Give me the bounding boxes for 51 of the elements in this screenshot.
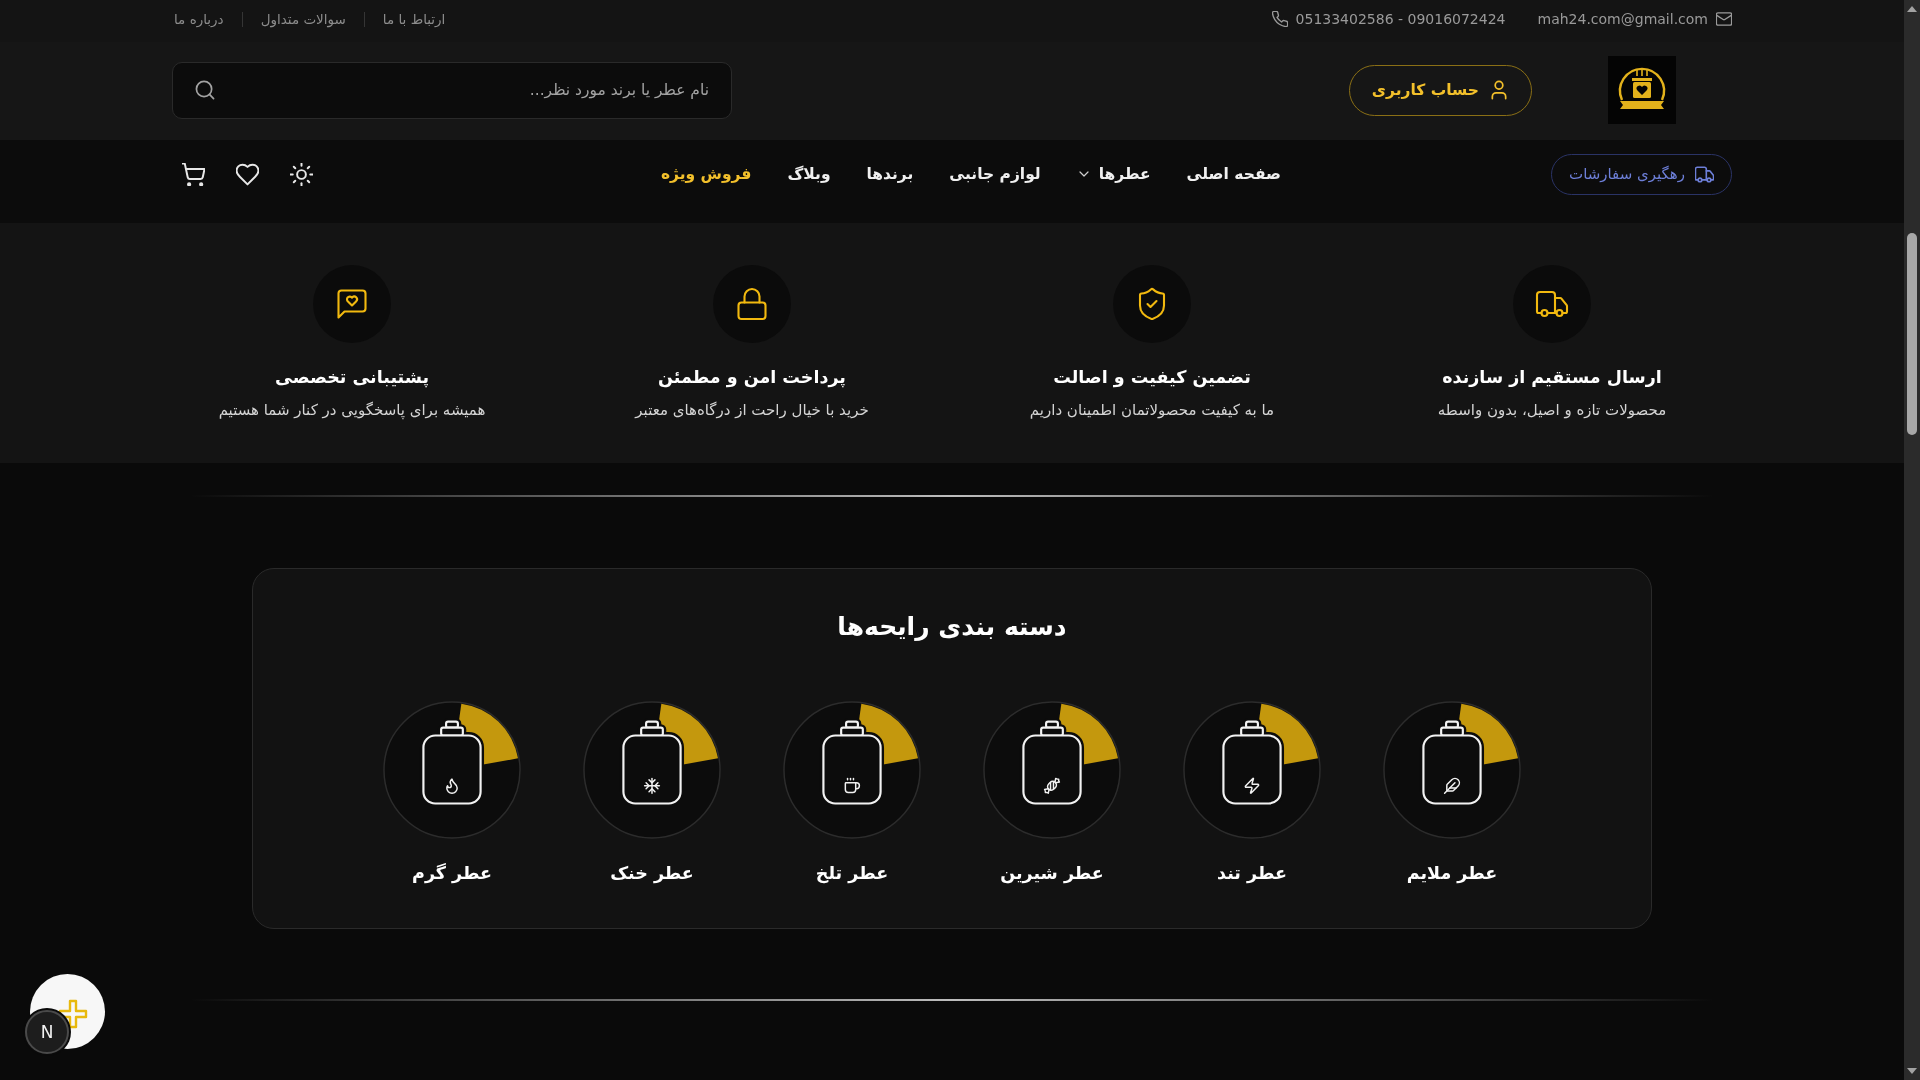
nav-link[interactable]: برندها: [866, 165, 914, 183]
top-bar-link[interactable]: ارتباط با ما: [382, 11, 446, 27]
scroll-up-icon[interactable]: [1907, 6, 1917, 12]
category-link[interactable]: عطر تند: [1217, 861, 1287, 885]
scrollbar-thumb[interactable]: [1907, 233, 1917, 435]
bottle-cup-icon[interactable]: [783, 701, 921, 839]
heart-icon[interactable]: [236, 162, 259, 186]
nav-link[interactable]: وبلاگ: [787, 165, 831, 183]
plus-outline-icon: [57, 998, 88, 1029]
feature-description: خرید با خیال راحت از درگاه‌های معتبر: [635, 400, 869, 421]
nav-link[interactable]: صفحه اصلی: [1186, 165, 1281, 183]
nav-link[interactable]: لوازم جانبی: [949, 165, 1041, 183]
email-address: mah24.com@gmail.com: [1537, 11, 1708, 27]
store-logo[interactable]: [1608, 56, 1676, 124]
category-link[interactable]: عطر خنک: [610, 861, 694, 885]
section-title: دسته بندی رایحه‌ها: [837, 611, 1067, 643]
bottle-flame-icon[interactable]: [383, 701, 521, 839]
dev-tools-button[interactable]: N: [25, 1010, 69, 1054]
user-icon: [1489, 80, 1509, 100]
top-bar-link[interactable]: درباره ما: [174, 11, 224, 27]
feature-description: محصولات تازه و اصیل، بدون واسطه: [1437, 400, 1667, 421]
phone-numbers: 05133402586 - 09016072424: [1295, 11, 1506, 27]
feature-title: پرداخت امن و مطمئن: [658, 366, 846, 389]
feature-title: تضمین کیفیت و اصالت: [1053, 366, 1251, 389]
search-icon: [195, 79, 215, 100]
lock-icon: [713, 265, 791, 343]
nav-link[interactable]: عطرها: [1076, 165, 1151, 183]
category-link[interactable]: عطر شیرین: [1000, 861, 1104, 885]
feature-title: ارسال مستقیم از سازنده: [1442, 366, 1662, 389]
feature-description: همیشه برای پاسخگویی در کنار شما هستیم: [218, 400, 486, 421]
shield-check-icon: [1113, 265, 1191, 343]
scrollbar-track[interactable]: [1904, 0, 1920, 1080]
cart-icon[interactable]: [182, 162, 205, 186]
bottle-candy-icon[interactable]: [983, 701, 1121, 839]
feature-title: پشتیبانی تخصصی: [274, 366, 430, 389]
mail-icon: [1716, 11, 1732, 27]
bottle-feather-icon[interactable]: [1383, 701, 1521, 839]
category-link[interactable]: عطر ملایم: [1406, 861, 1498, 885]
sun-icon[interactable]: [290, 162, 313, 186]
search-field[interactable]: نام عطر یا برند مورد نظر...: [172, 61, 732, 119]
scroll-down-icon[interactable]: [1907, 1068, 1917, 1074]
category-link[interactable]: عطر تلخ: [815, 861, 889, 885]
bottle-snowflake-icon[interactable]: [583, 701, 721, 839]
nav-link[interactable]: فروش ویژه: [660, 165, 752, 183]
top-bar-link[interactable]: سوالات متداول: [260, 11, 346, 27]
truck-icon: [1513, 265, 1591, 343]
feature-description: ما به کیفیت محصولاتمان اطمینان داریم: [1029, 400, 1275, 421]
phone-icon: [1271, 11, 1288, 27]
truck-icon: [1695, 164, 1714, 184]
bottle-lightning-icon[interactable]: [1183, 701, 1321, 839]
category-link[interactable]: عطر گرم: [412, 861, 492, 885]
